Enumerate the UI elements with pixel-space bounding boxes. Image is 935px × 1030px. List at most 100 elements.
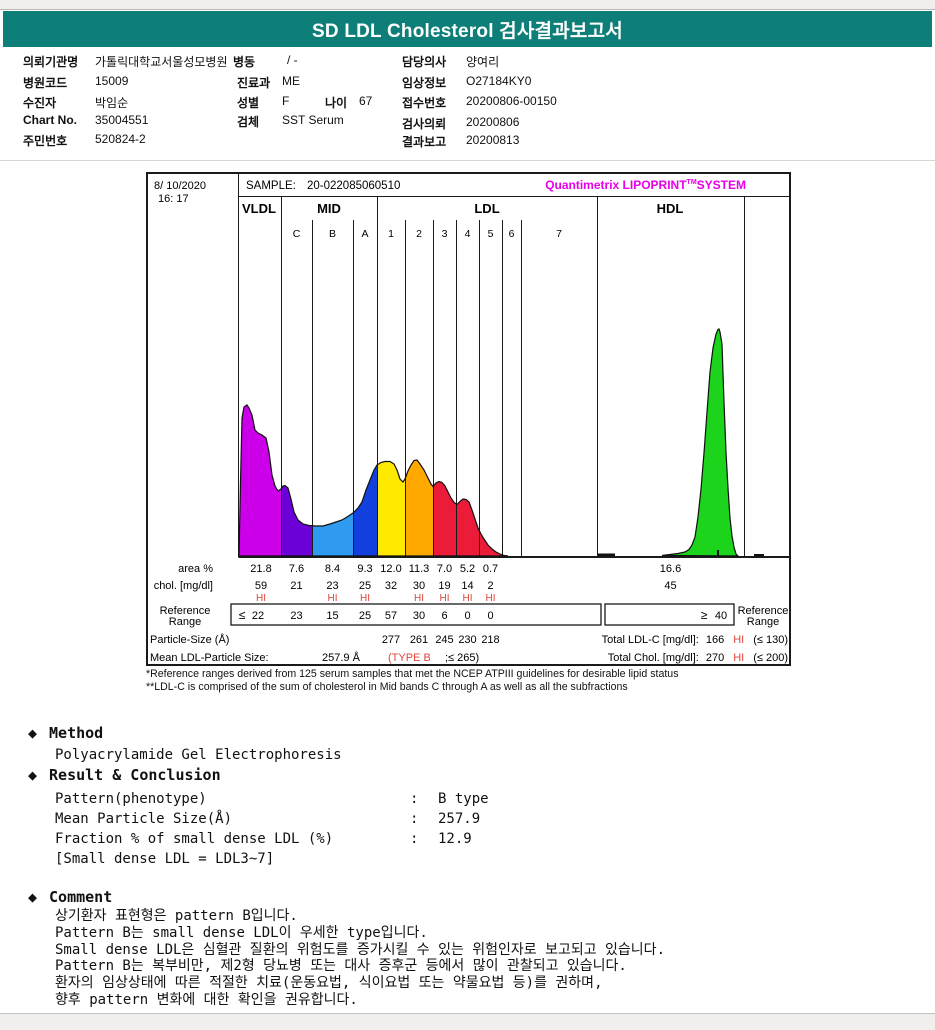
ref-range-left-label-2: Range [169,616,201,628]
ref-ldl3: 6 [441,610,447,622]
hdl-peak [661,328,740,557]
doctor-label: 담당의사 [402,55,447,69]
footnote-1: *Reference ranges derived from 125 serum… [146,668,679,680]
sample-id: 20-022085060510 [307,180,400,192]
sex-label: 성별 [237,96,260,110]
resident-no-value: 520824-2 [95,132,146,146]
total-chol-range: (≤ 200) [753,652,788,664]
particle-ldl1: 277 [382,634,400,646]
colon: : [410,791,419,807]
subband-b: B [329,228,336,240]
colon: : [410,811,419,827]
ref-values: ≤ 22 23 15 25 57 30 6 0 0 ≥ 40 [239,608,727,622]
subband-c: C [293,228,301,240]
mean-particle-label: Mean LDL-Particle Size: [150,652,269,664]
doctor-value: 양여리 [466,55,500,69]
area-vldl: 21.8 [250,563,271,575]
band-label-hdl: HDL [657,201,684,216]
ref-ldl2: 30 [413,610,425,622]
band-label-ldl: LDL [474,201,499,216]
hospital-code-label: 병원코드 [23,76,68,90]
page-bottom-strip [0,1013,935,1030]
total-chol-value: 270 [706,652,724,664]
result-row-fraction: Fraction % of small dense LDL (%): 12.9 [55,831,472,847]
result-label: Pattern(phenotype) [55,791,207,807]
particle-ldl2: 261 [410,634,428,646]
order-date-label: 검사의뢰 [402,117,447,131]
result-section-header: ◆ Result & Conclusion [28,766,221,784]
result-value: 12.9 [438,831,472,847]
result-row-note: [Small dense LDL = LDL3~7] [55,851,410,867]
chol-values: 59 21 23 25 32 30 19 14 2 45 [255,580,677,592]
area-mida: 9.3 [357,563,372,575]
subband-4: 4 [465,228,471,240]
method-section-header: ◆ Method [28,724,103,742]
area-midb: 8.4 [325,563,340,575]
chol-ldl5: 2 [487,580,493,592]
method-header-text: Method [49,724,104,742]
order-date-value: 20200806 [466,115,520,129]
age-value: 67 [359,94,373,108]
chol-row-label: chol. [mg/dl] [154,580,213,592]
hi-flag-ldl3: HI [440,593,450,604]
subband-7: 7 [556,228,562,240]
diamond-bullet-icon: ◆ [28,766,38,784]
area-ldl5: 0.7 [483,563,498,575]
receipt-no-label: 접수번호 [402,96,447,110]
chart-no-value: 35004551 [95,113,149,127]
result-header-text: Result & Conclusion [49,766,221,784]
chol-ldl1: 32 [385,580,397,592]
clinical-info-value: O27184KY0 [466,74,532,88]
ward-label: 병동 [233,55,256,69]
total-ldl-line: Total LDL-C [mg/dl]: 166 HI (≤ 130) [602,634,788,646]
curve-fills [239,405,508,556]
colon: : [410,831,419,847]
result-label: [Small dense LDL = LDL3~7] [55,851,275,867]
result-row-mean-size: Mean Particle Size(Å): 257.9 [55,811,480,827]
total-ldl-label: Total LDL-C [mg/dl]: [602,634,699,646]
ref-mida: 25 [359,610,371,622]
band-labels: VLDL MID LDL HDL [242,201,683,216]
area-ldl3: 7.0 [437,563,452,575]
particle-ldl3: 245 [435,634,453,646]
dept-value: ME [282,74,300,88]
ref-lte-symbol: ≤ [239,608,246,622]
brand-tm: TM [687,179,697,186]
chol-hdl: 45 [664,580,676,592]
result-label: Mean Particle Size(Å) [55,811,233,827]
comment-section-header: ◆ Comment [28,888,112,906]
area-row-label: area % [178,563,213,575]
run-time: 16: 17 [158,193,189,205]
comment-line: 환자의 임상상태에 따른 적절한 치료(운동요법, 식이요법 또는 약물요법 등… [55,975,603,992]
lipoprint-chart: 8/ 10/2020 16: 17 SAMPLE: 20-02208506051… [146,172,791,666]
result-value: 257.9 [438,811,481,827]
method-body: Polyacrylamide Gel Electrophoresis [55,747,342,763]
report-title-bar: SD LDL Cholesterol 검사결과보고서 [3,11,932,47]
total-chol-line: Total Chol. [mg/dl]: 270 HI (≤ 200) [608,652,788,664]
hi-flag-ldl5: HI [486,593,496,604]
ref-midc: 23 [290,610,302,622]
area-hdl: 16.6 [660,563,681,575]
ref-gte-symbol: ≥ [701,608,708,622]
ref-midb: 15 [326,610,338,622]
org-label: 의뢰기관명 [23,55,79,69]
receipt-no-value: 20200806-00150 [466,94,557,108]
run-date: 8/ 10/2020 [154,180,206,192]
subband-3: 3 [442,228,448,240]
chart-no-label: Chart No. [23,113,77,127]
lipoprint-chart-svg: 8/ 10/2020 16: 17 SAMPLE: 20-02208506051… [146,172,791,666]
sample-label: SAMPLE: [246,180,296,192]
chol-vldl: 59 [255,580,267,592]
total-ldl-range: (≤ 130) [753,634,788,646]
comment-line: 향후 pattern 변화에 대한 확인을 권유합니다. [55,991,358,1008]
band-label-vldl: VLDL [242,201,276,216]
band-label-mid: MID [317,201,341,216]
chol-ldl3: 19 [438,580,450,592]
chol-mida: 25 [359,580,371,592]
age-label: 나이 [325,96,348,110]
particle-size-label: Particle-Size (Å) [150,633,229,646]
subband-a: A [361,228,368,240]
mean-particle-range: ;≤ 265) [445,652,479,664]
subband-5: 5 [488,228,494,240]
area-midc: 7.6 [289,563,304,575]
